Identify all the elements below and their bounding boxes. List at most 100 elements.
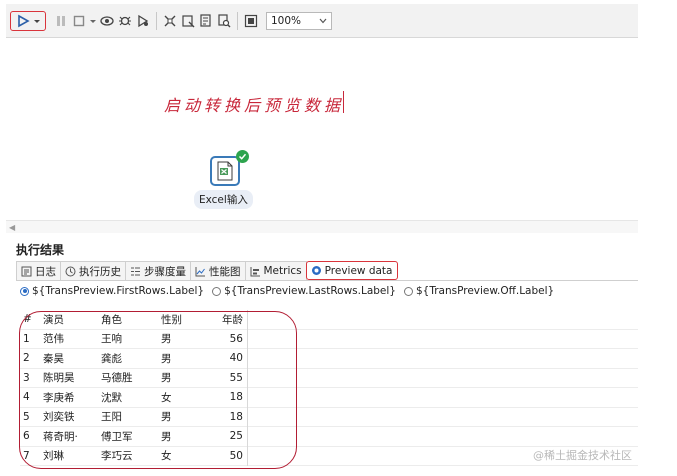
- verify-icon[interactable]: [162, 13, 178, 29]
- column-header[interactable]: 性别: [157, 310, 197, 329]
- history-icon: [65, 266, 76, 276]
- table-row[interactable]: 5 刘奕铁 王阳 男 18: [20, 407, 638, 427]
- cell-gender[interactable]: 男: [157, 368, 197, 388]
- toolbar: 100%: [6, 4, 638, 38]
- table-header-row: # 演员 角色 性别 年龄: [20, 310, 638, 329]
- radio-label: ${TransPreview.FirstRows.Label}: [32, 285, 205, 297]
- cell-actor[interactable]: 李庚希: [39, 388, 97, 408]
- tab-history[interactable]: 执行历史: [60, 261, 126, 280]
- chevron-down-icon: [319, 15, 327, 27]
- scroll-left-icon[interactable]: ◀: [9, 223, 15, 232]
- cell-filler: [248, 427, 639, 447]
- cell-role[interactable]: 王阳: [97, 407, 157, 427]
- table-row[interactable]: 2 秦昊 龚彪 男 40: [20, 348, 638, 369]
- watermark: @稀土掘金技术社区: [533, 449, 632, 462]
- run-icon[interactable]: [15, 13, 31, 29]
- step-metrics-icon: [131, 267, 140, 275]
- tab-step-metrics[interactable]: 步骤度量: [125, 261, 191, 280]
- table-row[interactable]: 3 陈明昊 马德胜 男 55: [20, 368, 638, 388]
- cell-filler: [248, 329, 639, 349]
- cell-actor[interactable]: 范伟: [39, 329, 97, 349]
- cell-age[interactable]: 55: [197, 368, 248, 388]
- radio-first-rows[interactable]: ${TransPreview.FirstRows.Label}: [20, 285, 204, 297]
- cell-age[interactable]: 56: [197, 329, 248, 349]
- cell-age[interactable]: 25: [197, 426, 248, 446]
- transformation-editor: 100% 启动转换后预览数据 Excel输入 ◀ 执行结果 日志 执行历史 步骤…: [6, 4, 638, 470]
- zoom-select[interactable]: 100%: [266, 11, 332, 30]
- cell-gender[interactable]: 男: [157, 329, 197, 349]
- cell-age[interactable]: 18: [197, 407, 248, 427]
- cell-age[interactable]: 40: [197, 348, 248, 368]
- impact-icon[interactable]: [180, 13, 196, 29]
- tab-performance[interactable]: 性能图: [190, 261, 246, 280]
- results-tabs: 日志 执行历史 步骤度量 性能图 Metrics Preview data: [16, 261, 398, 280]
- replay-icon[interactable]: [135, 13, 151, 29]
- cell-gender[interactable]: 女: [157, 388, 197, 408]
- stop-dropdown-icon[interactable]: [89, 13, 97, 29]
- column-filler: [248, 310, 639, 329]
- radio-selected-icon[interactable]: [20, 286, 29, 296]
- debug-icon[interactable]: [117, 13, 133, 29]
- table-row[interactable]: 4 李庚希 沈默 女 18: [20, 387, 639, 408]
- explore-db-icon[interactable]: [216, 13, 232, 29]
- results-title: 执行结果: [16, 243, 65, 257]
- fit-icon[interactable]: [243, 13, 259, 29]
- cell-gender[interactable]: 男: [157, 427, 197, 447]
- radio-label: ${TransPreview.LastRows.Label}: [224, 285, 396, 297]
- zoom-value: 100%: [271, 14, 302, 27]
- cell-filler: [248, 407, 639, 427]
- row-number: 1: [23, 332, 30, 345]
- cell-gender[interactable]: 男: [157, 407, 197, 427]
- text-cursor: [343, 91, 344, 113]
- preview-eye-icon: [311, 266, 321, 275]
- metrics-icon: [250, 266, 260, 276]
- stop-icon[interactable]: [71, 13, 87, 29]
- tab-log[interactable]: 日志: [16, 261, 61, 280]
- tab-divider: [16, 280, 638, 281]
- tab-preview-data[interactable]: Preview data: [305, 261, 398, 280]
- column-header[interactable]: 角色: [97, 310, 157, 329]
- table-row[interactable]: 1 范伟 王响 男 56: [20, 329, 638, 349]
- run-button-group[interactable]: [10, 10, 46, 31]
- dropdown-icon[interactable]: [33, 13, 41, 29]
- cell-actor[interactable]: 刘奕铁: [39, 407, 97, 427]
- cell-role[interactable]: 马德胜: [97, 368, 157, 388]
- radio-unselected-icon[interactable]: [212, 286, 222, 296]
- canvas-scrollbar[interactable]: ◀: [6, 220, 638, 233]
- row-number: 4: [23, 391, 30, 404]
- cell-role[interactable]: 李巧云: [97, 446, 157, 466]
- cell-actor[interactable]: 蒋奇明·: [39, 427, 97, 447]
- radio-last-rows[interactable]: ${TransPreview.LastRows.Label}: [212, 285, 396, 297]
- column-header[interactable]: 演员: [39, 310, 97, 329]
- cell-actor[interactable]: 陈明昊: [39, 368, 97, 388]
- preview-icon[interactable]: [99, 13, 115, 29]
- table-row[interactable]: 6 蒋奇明· 傅卫军 男 25: [20, 426, 639, 447]
- excel-input-step[interactable]: [210, 156, 240, 186]
- cell-age[interactable]: 18: [197, 387, 248, 407]
- column-header[interactable]: #: [20, 310, 39, 329]
- row-number: 7: [23, 449, 30, 462]
- pause-icon[interactable]: [53, 13, 69, 29]
- tab-label: 执行历史: [79, 265, 121, 278]
- cell-actor[interactable]: 秦昊: [39, 349, 97, 369]
- cell-actor[interactable]: 刘琳: [39, 446, 97, 466]
- cell-role[interactable]: 龚彪: [97, 349, 157, 369]
- radio-off[interactable]: ${TransPreview.Off.Label}: [404, 285, 554, 297]
- radio-unselected-icon[interactable]: [404, 286, 413, 296]
- transformation-canvas[interactable]: 启动转换后预览数据 Excel输入: [6, 38, 638, 220]
- cell-gender[interactable]: 男: [157, 349, 197, 369]
- cell-role[interactable]: 沈默: [97, 388, 157, 408]
- column-header[interactable]: 年龄: [197, 310, 248, 329]
- excel-file-icon: [217, 161, 233, 181]
- step-label: Excel输入: [194, 190, 253, 209]
- cell-filler: [248, 388, 639, 408]
- cell-role[interactable]: 傅卫军: [97, 427, 157, 447]
- cell-filler: [248, 368, 639, 388]
- cell-age[interactable]: 50: [197, 446, 248, 466]
- performance-chart-icon: [195, 266, 205, 276]
- tab-metrics[interactable]: Metrics: [244, 261, 307, 280]
- sql-icon[interactable]: [198, 13, 214, 29]
- cell-gender[interactable]: 女: [157, 446, 197, 466]
- cell-role[interactable]: 王响: [97, 329, 157, 349]
- radio-label: ${TransPreview.Off.Label}: [416, 285, 555, 297]
